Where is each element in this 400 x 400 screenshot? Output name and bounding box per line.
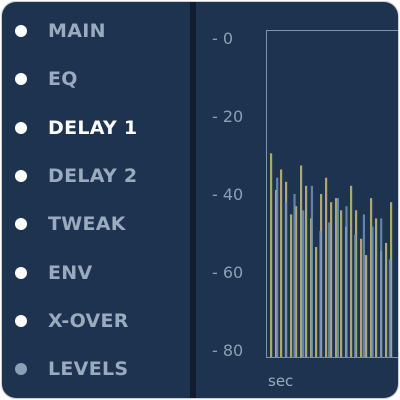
meter-bar (350, 185, 353, 357)
level-meter: - 0 - 20 - 40 - 60 - 80 sec (196, 2, 398, 398)
meter-bar (375, 218, 378, 357)
scale-label: - 60 (212, 263, 244, 282)
nav-item-label: X-OVER (48, 310, 129, 332)
nav-dot-icon (15, 315, 27, 327)
meter-bar (270, 153, 273, 357)
nav-dot-icon (15, 25, 27, 37)
nav-dot-icon (15, 122, 27, 134)
nav-item-label: DELAY 2 (48, 165, 138, 187)
nav-item-main[interactable]: MAIN (2, 16, 190, 46)
meter-bar (290, 214, 293, 357)
meter-bar (325, 177, 328, 357)
nav-item-delay-1[interactable]: DELAY 1 (2, 113, 190, 143)
meter-bar (360, 238, 363, 357)
scale-label: - 0 (212, 29, 234, 48)
meter-bar (388, 259, 391, 357)
meter-bar (302, 210, 305, 357)
meter-bar (305, 185, 308, 357)
nav-item-x-over[interactable]: X-OVER (2, 306, 190, 336)
nav-item-label: EQ (48, 68, 78, 90)
meter-bar (328, 222, 331, 357)
meter-bar (284, 202, 287, 357)
scale-label: - 20 (212, 107, 244, 126)
meter-bar (330, 202, 333, 357)
nav-item-levels[interactable]: LEVELS (2, 354, 190, 384)
meter-bar (365, 255, 368, 357)
meter-bar (340, 210, 343, 357)
meter-bar (345, 206, 348, 357)
nav-dot-icon (15, 363, 27, 375)
nav-item-label: DELAY 1 (48, 117, 138, 139)
nav-item-label: ENV (48, 262, 93, 284)
scale-label: - 80 (212, 341, 244, 360)
time-unit-label: sec (268, 372, 294, 390)
meter-bar (300, 165, 303, 357)
meter-bar (362, 214, 365, 357)
meter-bar (319, 230, 322, 357)
meter-bar (315, 247, 318, 357)
meter-bar (310, 185, 313, 357)
meter-bar (276, 177, 279, 357)
nav-item-delay-2[interactable]: DELAY 2 (2, 161, 190, 191)
nav-dot-icon (15, 170, 27, 182)
nav-item-env[interactable]: ENV (2, 258, 190, 288)
nav-item-label: MAIN (48, 20, 106, 42)
nav-item-eq[interactable]: EQ (2, 64, 190, 94)
meter-bar (293, 194, 296, 357)
meter-bar (336, 198, 339, 357)
meter-bar (354, 234, 357, 357)
meter-bar (385, 242, 388, 357)
nav-dot-icon (15, 218, 27, 230)
meter-bar (371, 226, 374, 357)
nav-item-label: TWEAK (48, 213, 126, 235)
section-nav: MAIN EQ DELAY 1 DELAY 2 TWEAK ENV X-OVER (2, 2, 190, 398)
nav-dot-icon (15, 73, 27, 85)
nav-item-tweak[interactable]: TWEAK (2, 209, 190, 239)
meter-bar (280, 169, 283, 357)
nav-item-label: LEVELS (48, 358, 129, 380)
nav-dot-icon (15, 267, 27, 279)
scale-label: - 40 (212, 185, 244, 204)
meter-bar (380, 218, 383, 357)
meter-bars (270, 153, 393, 357)
plugin-panel: MAIN EQ DELAY 1 DELAY 2 TWEAK ENV X-OVER (2, 2, 398, 398)
